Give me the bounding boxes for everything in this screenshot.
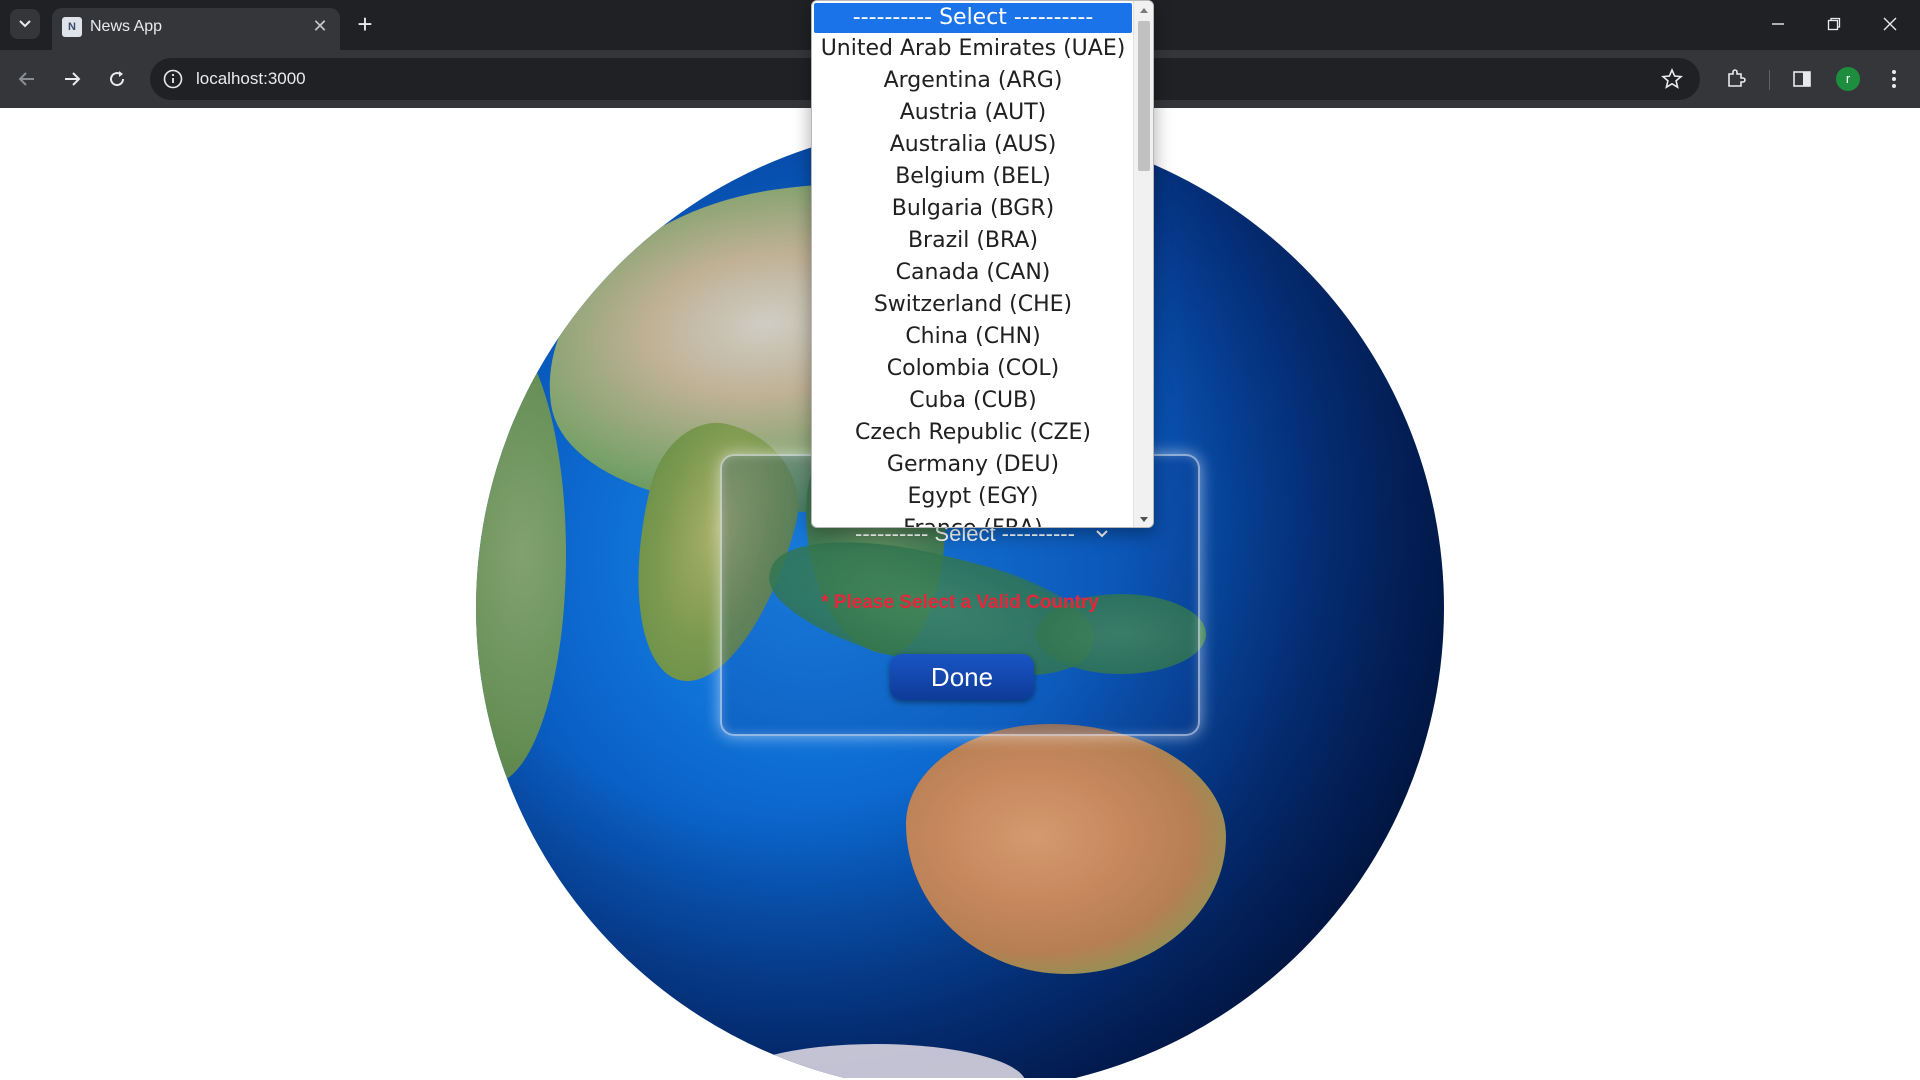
arrow-left-icon bbox=[18, 72, 34, 86]
dropdown-scrollbar[interactable] bbox=[1133, 1, 1153, 527]
validation-error: * Please Select a Valid Country bbox=[821, 592, 1099, 613]
reload-icon bbox=[110, 71, 125, 87]
australia-landmass bbox=[906, 724, 1226, 974]
profile-avatar[interactable]: r bbox=[1836, 67, 1860, 91]
dropdown-option[interactable]: Brazil (BRA) bbox=[812, 225, 1134, 257]
dropdown-option[interactable]: Colombia (COL) bbox=[812, 353, 1134, 385]
close-icon[interactable]: ✕ bbox=[308, 14, 332, 38]
done-button[interactable]: Done bbox=[890, 654, 1034, 700]
kebab-menu-icon[interactable] bbox=[1882, 67, 1906, 91]
reload-button[interactable] bbox=[100, 62, 134, 96]
info-icon[interactable] bbox=[162, 68, 184, 90]
dropdown-option[interactable]: Austria (AUT) bbox=[812, 97, 1134, 129]
chevron-down-icon[interactable] bbox=[1094, 528, 1110, 540]
forward-button[interactable] bbox=[55, 62, 89, 96]
dropdown-option[interactable]: Switzerland (CHE) bbox=[812, 289, 1134, 321]
antarctica-landmass bbox=[726, 1044, 1026, 1078]
url-text[interactable]: localhost:3000 bbox=[196, 68, 306, 90]
plus-icon[interactable]: + bbox=[350, 10, 380, 40]
arrow-right-icon bbox=[65, 72, 81, 86]
restore-button[interactable] bbox=[1812, 8, 1856, 40]
scrollbar-thumb[interactable] bbox=[1138, 21, 1150, 171]
star-icon[interactable] bbox=[1660, 67, 1684, 91]
country-dropdown-list[interactable]: ---------- Select ---------- United Arab … bbox=[811, 0, 1154, 528]
dropdown-option[interactable]: Bulgaria (BGR) bbox=[812, 193, 1134, 225]
dropdown-option[interactable]: Canada (CAN) bbox=[812, 257, 1134, 289]
back-button[interactable] bbox=[10, 62, 44, 96]
tab-list-button[interactable] bbox=[10, 9, 40, 39]
dropdown-option[interactable]: China (CHN) bbox=[812, 321, 1134, 353]
dropdown-option[interactable]: Australia (AUS) bbox=[812, 129, 1134, 161]
dropdown-option-selected[interactable]: ---------- Select ---------- bbox=[814, 3, 1132, 33]
dropdown-options: ---------- Select ---------- United Arab … bbox=[812, 1, 1134, 527]
news-favicon-icon: N bbox=[62, 17, 82, 37]
restore-icon bbox=[1827, 17, 1841, 31]
dropdown-option[interactable]: Belgium (BEL) bbox=[812, 161, 1134, 193]
scroll-up-arrow-icon[interactable] bbox=[1138, 5, 1150, 15]
scroll-down-arrow-icon[interactable] bbox=[1138, 515, 1150, 525]
close-window-button[interactable] bbox=[1868, 8, 1912, 40]
dropdown-option[interactable]: France (FRA) bbox=[812, 513, 1134, 527]
dropdown-option[interactable]: Czech Republic (CZE) bbox=[812, 417, 1134, 449]
toolbar-divider bbox=[1769, 70, 1770, 90]
browser-tab[interactable]: N News App ✕ bbox=[52, 8, 340, 50]
dropdown-option[interactable]: Cuba (CUB) bbox=[812, 385, 1134, 417]
minimize-icon bbox=[1772, 23, 1784, 25]
dropdown-option[interactable]: Argentina (ARG) bbox=[812, 65, 1134, 97]
close-icon bbox=[1883, 17, 1897, 31]
puzzle-icon[interactable] bbox=[1724, 67, 1748, 91]
dropdown-option[interactable]: Germany (DEU) bbox=[812, 449, 1134, 481]
side-panel-icon[interactable] bbox=[1790, 67, 1814, 91]
dropdown-option[interactable]: United Arab Emirates (UAE) bbox=[812, 33, 1134, 65]
dropdown-option[interactable]: Egypt (EGY) bbox=[812, 481, 1134, 513]
tab-title: News App bbox=[90, 18, 163, 35]
minimize-button[interactable] bbox=[1756, 8, 1800, 40]
chevron-down-icon bbox=[19, 20, 31, 28]
